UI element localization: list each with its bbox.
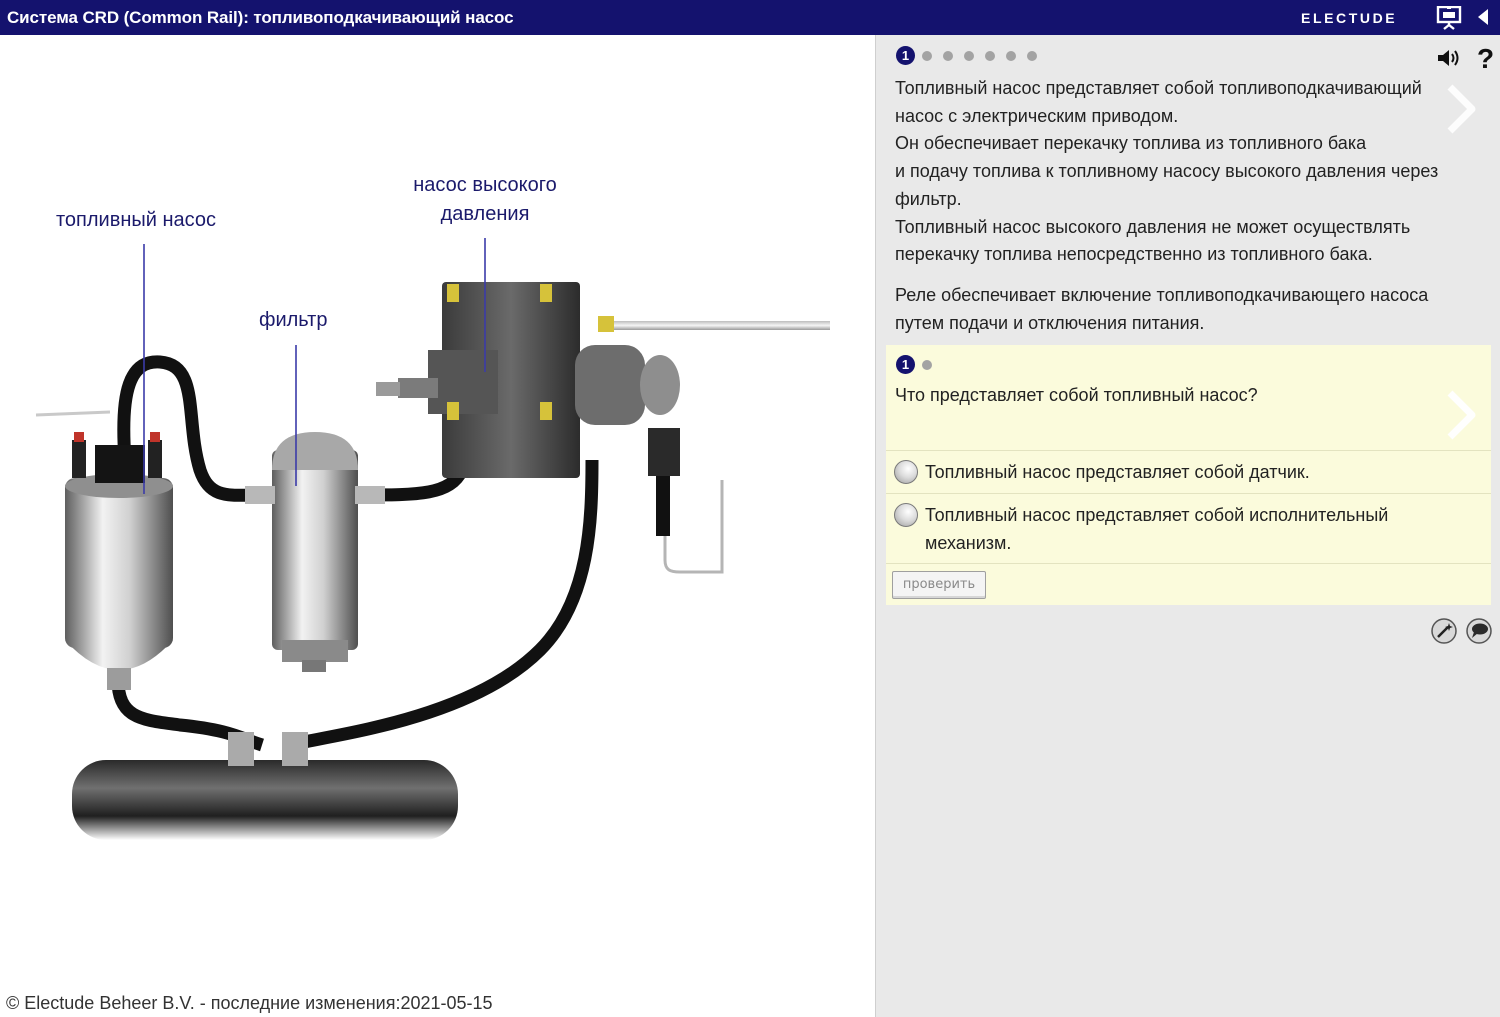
divider	[886, 450, 1491, 451]
high-pressure-pump-graphic	[376, 282, 680, 478]
window-title: Система CRD (Common Rail): топливоподкач…	[7, 8, 514, 27]
quiz-box: 1 Что представляет собой топливный насос…	[886, 345, 1491, 605]
text-line: перекачку топлива непосредственно из топ…	[895, 244, 1373, 265]
answer-option-2[interactable]: Топливный насос представляет собой испол…	[892, 501, 1482, 561]
question-dot[interactable]	[922, 360, 932, 370]
sound-icon[interactable]	[1437, 48, 1461, 68]
fuel-tank-graphic	[72, 732, 458, 840]
magic-wand-icon[interactable]	[1431, 618, 1457, 644]
divider	[886, 563, 1491, 564]
text-line: Он обеспечивает перекачку топлива из топ…	[895, 133, 1367, 154]
copyright-footer: © Electude Beheer B.V. - последние измен…	[6, 993, 493, 1013]
presentation-icon[interactable]	[1436, 6, 1462, 30]
answer-label: Топливный насос представляет собой испол…	[925, 501, 1388, 557]
text-line: Топливный насос представляет собой топли…	[895, 78, 1422, 98]
filter-label: фильтр	[259, 309, 328, 331]
answer-label-line1: Топливный насос представляет собой испол…	[925, 505, 1389, 525]
comment-icon[interactable]	[1466, 618, 1492, 644]
page-dot[interactable]	[943, 51, 953, 61]
return-line	[610, 321, 830, 330]
filter-graphic	[245, 432, 385, 672]
text-line: насос с электрическим приводом.	[895, 105, 1179, 126]
brand-logo: ELECTUDE	[1301, 10, 1398, 26]
text-line: Топливный насос высокого давления не мож…	[895, 216, 1411, 237]
answer-label-line2: механизм.	[925, 533, 1012, 553]
question-dot-active[interactable]: 1	[896, 355, 915, 374]
text-line: и подачу топлива к топливному насосу выс…	[895, 161, 1439, 182]
collapse-arrow-icon[interactable]	[1476, 9, 1490, 25]
radio-button[interactable]	[894, 503, 918, 527]
page-dot[interactable]	[1027, 51, 1037, 61]
answer-option-1[interactable]: Топливный насос представляет собой датчи…	[892, 458, 1482, 490]
radio-button[interactable]	[894, 460, 918, 484]
page-dot[interactable]	[964, 51, 974, 61]
next-question-arrow-icon[interactable]	[1442, 385, 1482, 445]
fuel-pump-graphic	[65, 432, 173, 690]
fuel-pump-label: топливный насос	[56, 209, 217, 231]
answer-label: Топливный насос представляет собой датчи…	[925, 462, 1310, 482]
page-dot[interactable]	[985, 51, 995, 61]
hp-pump-label-line2: давления	[440, 203, 530, 225]
hp-pump-label: насос высокого давления	[406, 171, 564, 229]
hp-pump-label-line1: насос высокого	[413, 174, 557, 196]
help-icon[interactable]: ?	[1477, 43, 1494, 75]
text-line: фильтр.	[895, 188, 962, 209]
page-dot[interactable]	[1006, 51, 1016, 61]
title-bar: Система CRD (Common Rail): топливоподкач…	[0, 0, 1500, 35]
page-dot-active[interactable]: 1	[896, 46, 915, 65]
info-panel: 1 ? Топливный насос представляет собой т…	[875, 35, 1500, 1017]
text-line: Реле обеспечивает включение топливоподка…	[895, 284, 1429, 305]
description-text: Топливный насос представляет собой топли…	[895, 75, 1475, 337]
check-answer-button[interactable]: проверить	[892, 571, 986, 599]
page-dot[interactable]	[922, 51, 932, 61]
quiz-question: Что представляет собой топливный насос?	[895, 385, 1258, 405]
diagram-area: топливный насос фильтр насос высокого да…	[0, 35, 875, 1017]
text-line: путем подачи и отключения питания.	[895, 312, 1205, 333]
divider	[886, 493, 1491, 494]
